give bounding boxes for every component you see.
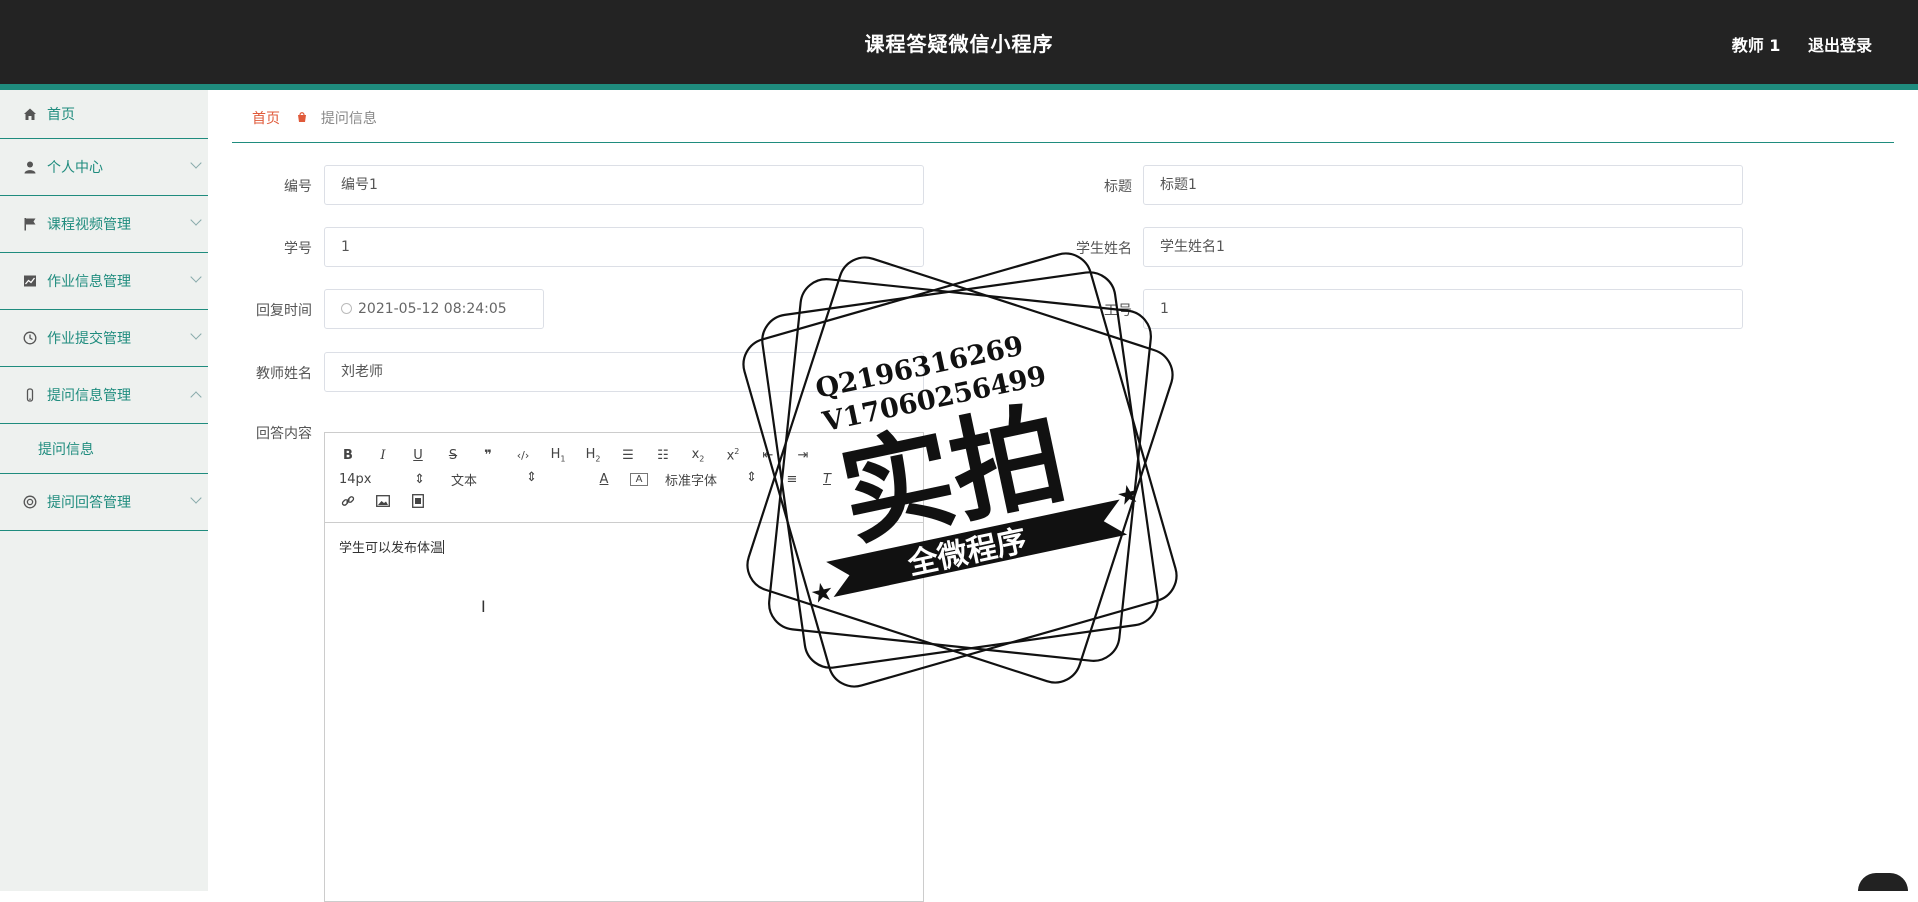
chevron-down-icon [190,157,201,168]
reply-time-label: 回复时间 [232,300,312,320]
support-icon [22,494,38,510]
chevron-down-icon [190,492,201,503]
subscript-icon[interactable]: x2 [689,447,707,464]
bullet-list-icon[interactable]: ☷ [654,448,672,463]
sidebar-item-label: 提问信息管理 [47,385,131,405]
heading-1-icon[interactable]: H1 [549,447,567,464]
sidebar-item-home[interactable]: 首页 [0,90,208,139]
breadcrumb-separator-icon [296,111,308,123]
avatar [1858,873,1908,891]
home-icon [22,106,38,122]
text-caret [443,540,444,554]
blockquote-icon[interactable]: ❞ [479,448,497,463]
clock-icon [22,330,38,346]
number-label: 编号 [232,176,312,196]
mic-icon [22,387,38,403]
sidebar-item-label: 首页 [47,104,75,124]
sidebar-item-label: 提问回答管理 [47,492,131,512]
select-arrows-icon: ⇕ [414,472,425,487]
student-name-field[interactable]: 学生姓名1 [1143,227,1743,267]
breadcrumb-current: 提问信息 [321,111,377,127]
image-icon[interactable] [374,495,392,511]
font-size-value: 14px [339,472,372,487]
teacher-name-label: 教师姓名 [232,363,312,383]
bold-icon[interactable]: B [339,448,357,463]
user-icon [22,159,38,175]
code-block-icon[interactable]: ‹/› [514,449,532,462]
job-no-field[interactable]: 1 [1143,289,1743,329]
video-icon[interactable] [409,494,427,512]
chevron-up-icon [190,391,201,402]
breadcrumb-home[interactable]: 首页 [252,111,280,127]
current-user: 教师 1 [1732,36,1781,55]
sidebar-item-label: 个人中心 [47,157,103,177]
sidebar-item-question-info-mgmt[interactable]: 提问信息管理 [0,367,208,424]
sidebar-item-label: 课程视频管理 [47,214,131,234]
title-field[interactable]: 标题1 [1143,165,1743,205]
font-size-select[interactable]: 14px ⇕ [339,472,425,487]
breadcrumb: 首页 提问信息 [252,108,377,128]
chart-icon [22,273,38,289]
block-type-value: 文本 [451,470,477,489]
ordered-list-icon[interactable]: ☰ [619,448,637,463]
sidebar-item-question-answer-mgmt[interactable]: 提问回答管理 [0,474,208,531]
sidebar: 首页 个人中心 课程视频管理 作业信息管理 作业提交管理 提问信息管理 [0,90,208,891]
font-color-icon[interactable]: A [595,472,613,487]
flag-icon [22,216,38,232]
breadcrumb-bar: 首页 提问信息 [232,90,1894,143]
select-arrows-icon: ⇕ [526,470,537,489]
heading-2-icon[interactable]: H2 [584,447,602,464]
sidebar-item-label: 作业信息管理 [47,271,131,291]
underline-icon[interactable]: U [409,448,427,463]
reply-time-picker[interactable]: 2021-05-12 08:24:05 [324,289,544,329]
app-title: 课程答疑微信小程序 [0,28,1918,57]
sidebar-item-homework-submit[interactable]: 作业提交管理 [0,310,208,367]
chevron-down-icon [190,214,201,225]
sidebar-subitem-question-info[interactable]: 提问信息 [0,424,208,474]
number-field[interactable]: 编号1 [324,165,924,205]
answer-label: 回答内容 [232,423,312,443]
block-type-select[interactable]: 文本 ⇕ [451,470,537,489]
title-label: 标题 [1052,176,1132,196]
strike-icon[interactable]: S [444,448,462,463]
background-color-icon[interactable]: A [630,473,648,486]
logout-button[interactable]: 退出登录 [1808,36,1872,55]
student-id-label: 学号 [232,238,312,258]
clock-icon [341,303,352,314]
reply-time-value: 2021-05-12 08:24:05 [358,301,507,317]
sidebar-item-label: 作业提交管理 [47,328,131,348]
text-cursor-icon: I [481,597,486,616]
italic-icon[interactable]: I [374,448,392,463]
font-family-value: 标准字体 [665,470,717,489]
chevron-down-icon [190,328,201,339]
sidebar-item-personal-center[interactable]: 个人中心 [0,139,208,196]
editor-text: 学生可以发布体温 [339,541,443,556]
top-header: 课程答疑微信小程序 教师 1 退出登录 [0,0,1918,84]
link-icon[interactable] [339,494,357,512]
sidebar-item-homework-info[interactable]: 作业信息管理 [0,253,208,310]
chevron-down-icon [190,271,201,282]
user-area: 教师 1 退出登录 [1710,32,1872,56]
star-icon: ★ [808,576,837,610]
watermark-stamp: Q2196316269 V17060256499 实拍 全微程序 ★ ★ [740,250,1180,690]
sidebar-item-course-video[interactable]: 课程视频管理 [0,196,208,253]
